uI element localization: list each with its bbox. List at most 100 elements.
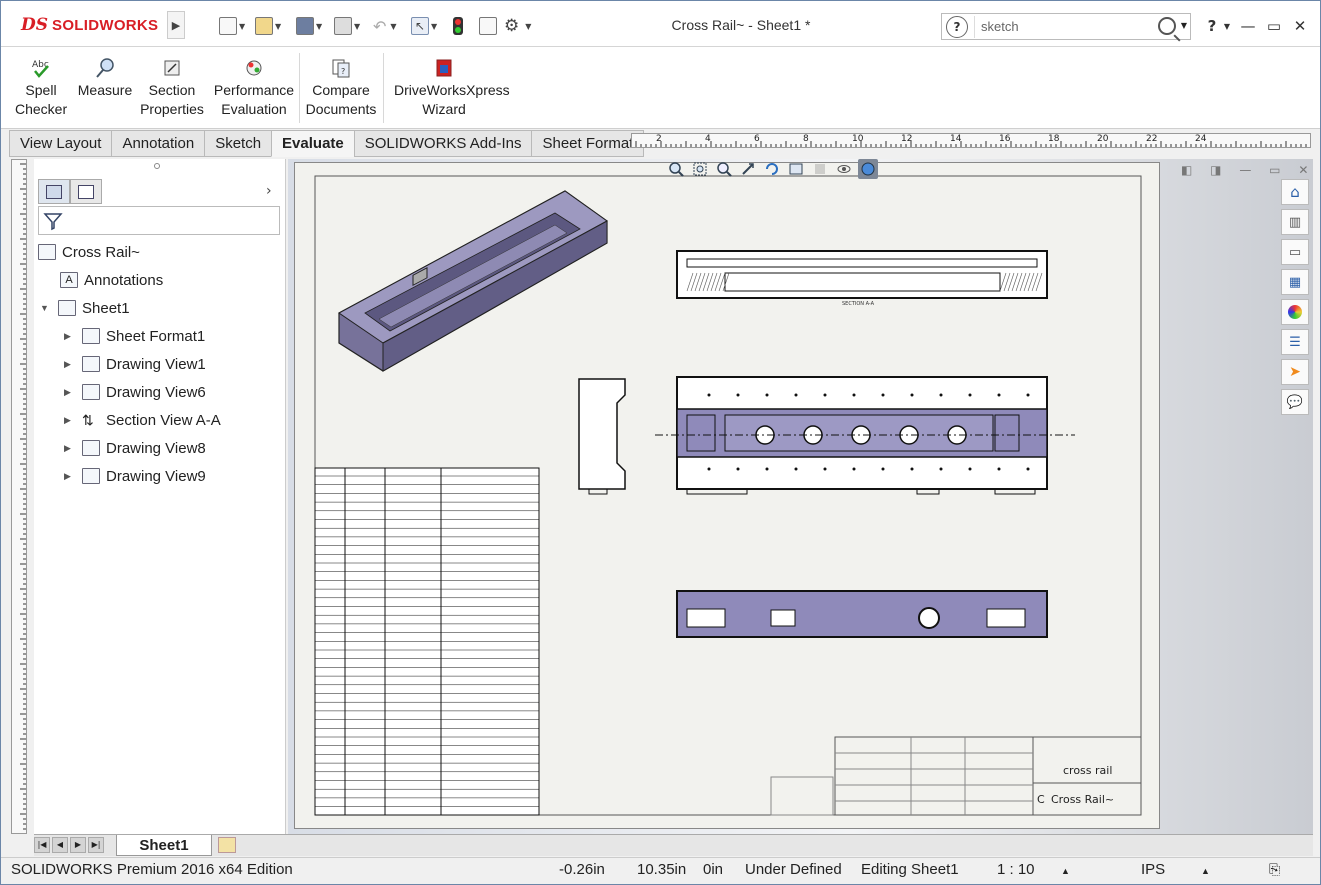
zoom-to-area-icon[interactable]: [690, 159, 710, 179]
tree-root[interactable]: Cross Rail~: [38, 241, 140, 263]
zoom-in-out-icon[interactable]: [714, 159, 734, 179]
expand-arrow-icon[interactable]: ▶: [64, 443, 76, 454]
tree-item-sheet-format1[interactable]: ▶ Sheet Format1: [64, 325, 205, 347]
search-dropdown-icon[interactable]: ▼: [1181, 21, 1187, 30]
measure-button[interactable]: Measure: [75, 57, 135, 125]
tree-item-section-view-a-a[interactable]: ▶ ⇅ Section View A-A: [64, 409, 221, 431]
scale-up-arrow-icon[interactable]: ▲: [1061, 866, 1070, 876]
pan-icon[interactable]: [738, 159, 758, 179]
undo-button[interactable]: ↶ ▼: [373, 15, 397, 37]
search-icon[interactable]: [1158, 17, 1176, 35]
display-style-icon[interactable]: [810, 159, 830, 179]
drawing-sheet[interactable]: SECTION A-A cross rail C Cross Rail~: [294, 162, 1160, 829]
status-bar: SOLIDWORKS Premium 2016 x64 Edition -0.2…: [1, 857, 1320, 884]
rebuild-button[interactable]: [453, 15, 463, 37]
section-properties-button[interactable]: Section Properties: [139, 57, 205, 125]
tree-filter[interactable]: [38, 206, 280, 235]
zoom-to-fit-icon[interactable]: [666, 159, 686, 179]
status-editing: Editing Sheet1: [861, 861, 959, 878]
select-button[interactable]: ↖ ▼: [411, 15, 437, 37]
close-button[interactable]: ✕: [1289, 15, 1311, 37]
print-button[interactable]: ▼: [334, 15, 360, 37]
next-sheet-icon[interactable]: ▶: [70, 837, 86, 853]
tree-item-drawing-view8[interactable]: ▶ Drawing View8: [64, 437, 206, 459]
minimize-button[interactable]: —: [1237, 15, 1259, 37]
expand-arrow-icon[interactable]: ▶: [64, 415, 76, 426]
appearances-tab[interactable]: [1281, 299, 1309, 325]
tree-item-sheet1[interactable]: ▼ Sheet1: [40, 297, 130, 319]
doc-next-icon[interactable]: ◨: [1210, 163, 1221, 177]
custom-properties-tab[interactable]: ☰: [1281, 329, 1309, 355]
prev-sheet-icon[interactable]: ◀: [52, 837, 68, 853]
file-explorer-tab[interactable]: ▭: [1281, 239, 1309, 265]
menu-flyout-arrow-icon[interactable]: ▶: [167, 11, 185, 39]
logo-ds: DS: [21, 15, 49, 35]
file-properties-button[interactable]: [479, 15, 499, 37]
tree-item-label: Drawing View9: [106, 467, 206, 485]
tab-evaluate[interactable]: Evaluate: [271, 130, 354, 157]
open-button[interactable]: ▼: [255, 15, 281, 37]
spell-checker-button[interactable]: Abc Spell Checker: [15, 57, 67, 125]
doc-restore-icon[interactable]: ▭: [1269, 163, 1280, 177]
sheet-format-icon: [82, 328, 100, 344]
status-units[interactable]: IPS: [1141, 861, 1165, 878]
solidworks-resources-tab[interactable]: ⌂: [1281, 179, 1309, 205]
search-input[interactable]: [974, 15, 1134, 38]
new-document-button[interactable]: ▼: [219, 15, 245, 37]
tree-item-drawing-view9[interactable]: ▶ Drawing View9: [64, 465, 206, 487]
driveworksxpress-wizard-button[interactable]: DriveWorksXpress Wizard: [387, 57, 510, 125]
tab-sheet-format[interactable]: Sheet Format: [531, 130, 645, 157]
tab-sketch[interactable]: Sketch: [204, 130, 272, 157]
tree-item-label: Drawing View1: [106, 355, 206, 373]
solidworks-logo[interactable]: DS SOLIDWORKS: [21, 13, 158, 37]
tree-item-drawing-view6[interactable]: ▶ Drawing View6: [64, 381, 206, 403]
doc-close-icon[interactable]: ✕: [1298, 163, 1308, 177]
appearance-icon[interactable]: [858, 159, 878, 179]
tab-solidworks-add-ins[interactable]: SOLIDWORKS Add-Ins: [353, 130, 532, 157]
last-sheet-icon[interactable]: ▶|: [88, 837, 104, 853]
comments-tab[interactable]: 💬: [1281, 389, 1309, 415]
performance-evaluation-button[interactable]: Performance Evaluation: [213, 57, 295, 125]
doc-prev-icon[interactable]: ◧: [1181, 163, 1192, 177]
expand-arrow-icon[interactable]: ▶: [64, 387, 76, 398]
first-sheet-icon[interactable]: |◀: [34, 837, 50, 853]
tree-item-label: Annotations: [84, 271, 164, 289]
doc-minimize-icon[interactable]: —: [1239, 163, 1251, 177]
view-palette-tab[interactable]: ▦: [1281, 269, 1309, 295]
open-folder-icon: [255, 17, 273, 35]
expand-arrow-icon[interactable]: ▶: [64, 331, 76, 342]
solidworks-forum-tab[interactable]: ➤: [1281, 359, 1309, 385]
ribbon-separator: [299, 53, 300, 123]
panel-grip-icon[interactable]: [154, 163, 160, 169]
sheet-tab-sheet1[interactable]: Sheet1: [116, 835, 212, 856]
ruler-label: 6: [754, 134, 760, 144]
property-manager-tab[interactable]: [70, 179, 102, 204]
compare-documents-button[interactable]: ? Compare Documents: [303, 57, 379, 125]
units-up-arrow-icon[interactable]: ▲: [1201, 866, 1210, 876]
driveworks-icon: [433, 57, 455, 79]
restore-button[interactable]: ▭: [1263, 15, 1285, 37]
rotate-icon[interactable]: [762, 159, 782, 179]
feature-manager-tab[interactable]: [38, 179, 70, 204]
title-block: cross rail C Cross Rail~: [770, 736, 1142, 816]
status-scale[interactable]: 1 : 10: [997, 861, 1035, 878]
view-settings-icon[interactable]: [786, 159, 806, 179]
rebuild-status-icon[interactable]: ⎘: [1269, 861, 1280, 878]
hide-show-icon[interactable]: [834, 159, 854, 179]
save-button[interactable]: ▼: [296, 15, 322, 37]
expand-arrow-icon[interactable]: ▶: [64, 359, 76, 370]
add-sheet-icon[interactable]: [218, 837, 236, 853]
title-block-size: C: [1037, 793, 1045, 806]
comments-icon: 💬: [1286, 394, 1304, 410]
tab-view-layout[interactable]: View Layout: [9, 130, 112, 157]
collapse-arrow-icon[interactable]: ▼: [40, 303, 52, 313]
options-button[interactable]: ⚙ ▼: [504, 15, 531, 37]
search-help-icon[interactable]: ?: [946, 15, 968, 38]
panel-expand-arrow-icon[interactable]: ›: [266, 183, 272, 199]
expand-arrow-icon[interactable]: ▶: [64, 471, 76, 482]
tab-annotation[interactable]: Annotation: [111, 130, 205, 157]
tree-item-annotations[interactable]: A Annotations: [60, 269, 163, 291]
tree-item-drawing-view1[interactable]: ▶ Drawing View1: [64, 353, 206, 375]
help-dropdown-icon[interactable]: ▼: [1216, 15, 1238, 37]
design-library-tab[interactable]: ▥: [1281, 209, 1309, 235]
